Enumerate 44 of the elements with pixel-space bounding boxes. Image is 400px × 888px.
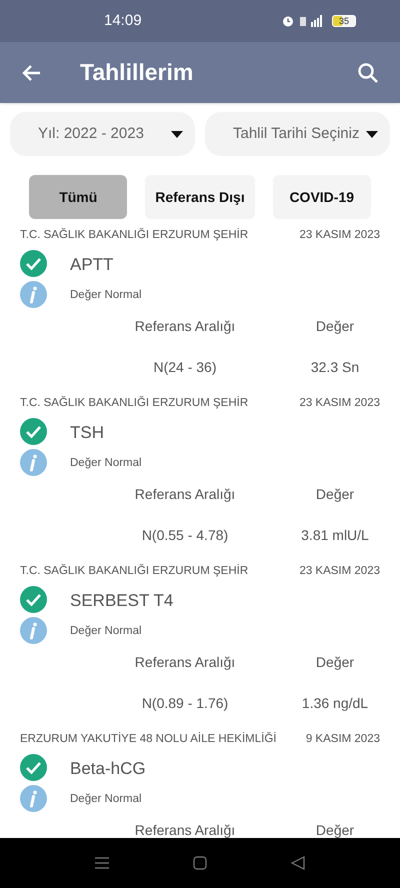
filter-tab[interactable]: COVID-19 [272,175,371,219]
column-header: Referans Aralığı [134,317,236,336]
column-header: Değer [314,317,356,336]
result-date: 9 KASIM 2023 [306,732,380,747]
caret-icon [366,130,378,138]
column-header: Referans Aralığı [134,821,236,838]
dropdown[interactable]: Tahlil Tarihi Seçiniz [205,112,390,156]
filter-tab[interactable]: Referans Dışı [145,175,255,219]
reference-range: N(0.89 - 1.76) [140,694,230,714]
column-header: Değer [314,485,356,504]
page-title: Tahlillerim [80,58,194,88]
institution-name: T.C. SAĞLIK BAKANLIĞI ERZURUM ŞEHİR [20,395,248,411]
reference-range: N(0.55 - 4.78) [140,526,230,546]
status-text: Değer Normal [70,456,142,471]
reference-range: N(24 - 36) [152,358,218,378]
caret-icon [171,130,183,138]
search-button[interactable] [356,60,380,84]
back-icon[interactable] [291,856,305,870]
test-name: SERBEST T4 [70,590,174,612]
test-name: APTT [70,254,114,276]
status-time: 14:09 [104,10,142,31]
column-header: Referans Aralığı [134,485,236,504]
home-icon[interactable] [193,856,207,870]
result-date: 23 KASIM 2023 [299,564,380,579]
result-value: 1.36 ng/dL [300,694,370,714]
dropdown[interactable]: Yıl: 2022 - 2023 [10,112,195,156]
status-text: Değer Normal [70,624,143,639]
institution-name: T.C. SAĞLIK BAKANLIĞI ERZURUM ŞEHİR [20,563,248,579]
institution-name: ERZURUM YAKUTİYE 48 NOLU AİLE HEKİMLİĞİ [20,731,276,747]
column-header: Referans Aralığı [134,653,236,672]
result-date: 23 KASIM 2023 [299,228,380,243]
filter-tab[interactable]: Tümü [29,175,128,219]
column-header: Değer [314,821,356,838]
alarm-icon [282,15,294,27]
result-date: 23 KASIM 2023 [299,396,380,411]
result-value: 32.3 Sn [310,358,360,378]
status-text: Değer Normal [70,792,143,807]
institution-name: T.C. SAĞLIK BAKANLIĞI ERZURUM ŞEHİR [20,227,248,243]
status-text: Değer Normal [70,288,142,303]
menu-icon[interactable] [95,856,109,870]
result-value: 3.81 mlU/L [300,526,370,546]
test-name: TSH [70,422,105,444]
column-header: Değer [314,653,356,672]
test-name: Beta-hCG [70,758,146,780]
